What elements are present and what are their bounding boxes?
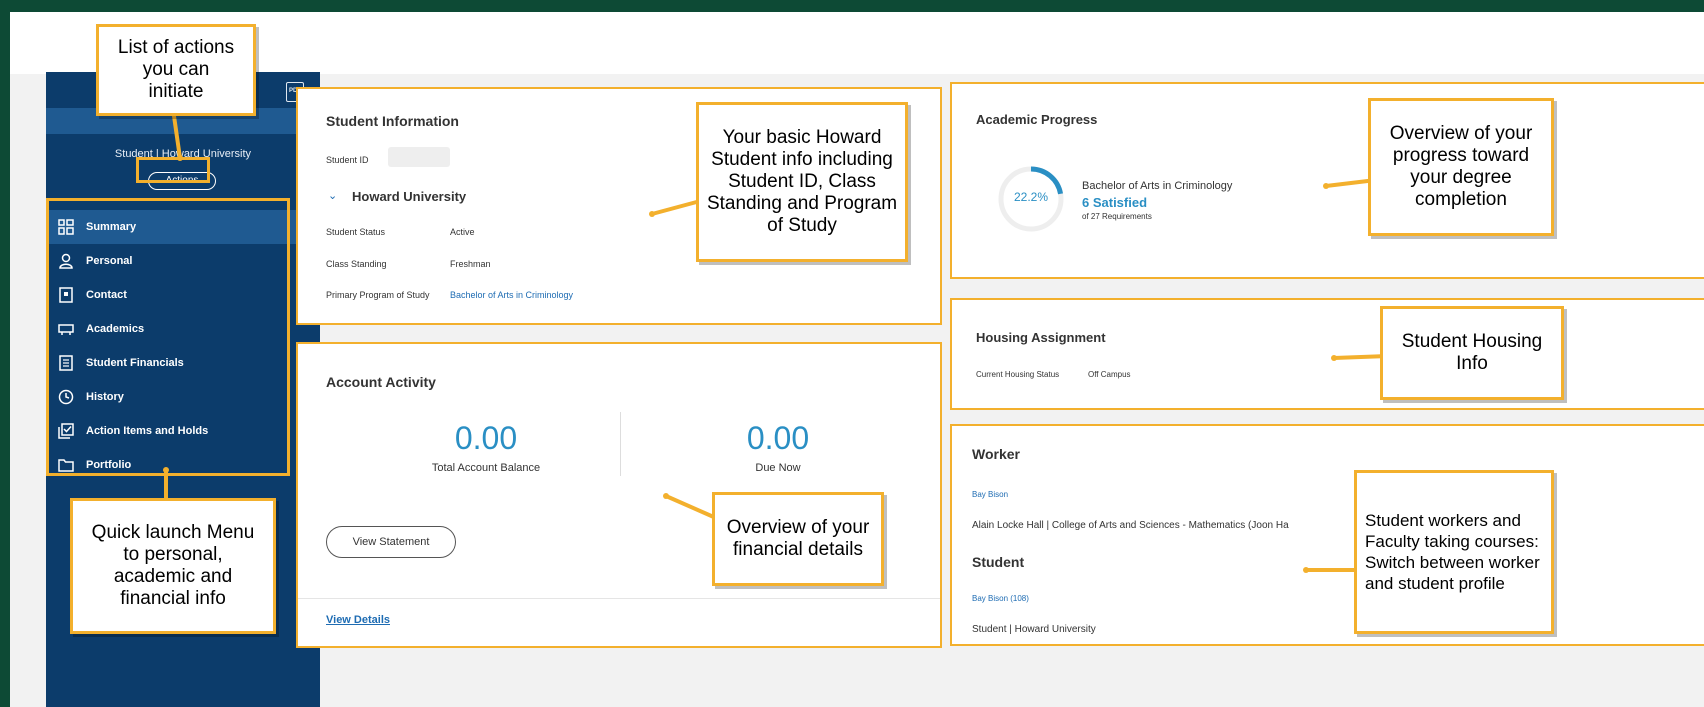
- callout-basic-info: Your basic Howard Student info including…: [696, 102, 908, 262]
- callout-worker: Student workers and Faculty taking cours…: [1354, 470, 1554, 634]
- callout-actions: List of actions you can initiate: [96, 24, 256, 116]
- callout-progress: Overview of your progress toward your de…: [1368, 98, 1554, 236]
- callout-financial: Overview of your financial details: [712, 492, 884, 586]
- callout-housing: Student Housing Info: [1380, 306, 1564, 400]
- callout-quick-launch: Quick launch Menu to personal, academic …: [70, 498, 276, 634]
- screenshot-frame: PDF Student | Howard University Actions …: [10, 12, 1704, 707]
